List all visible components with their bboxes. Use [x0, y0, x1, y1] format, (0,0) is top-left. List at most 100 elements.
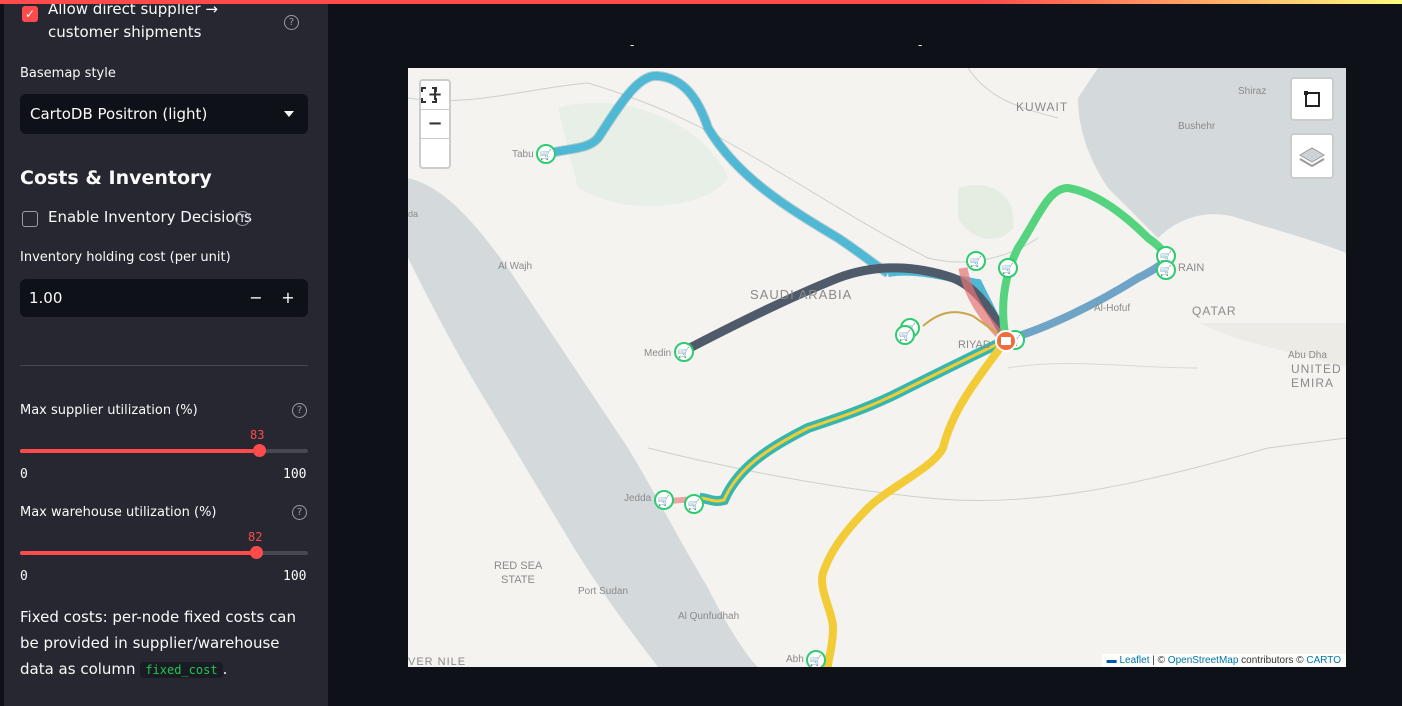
- map-label: da: [408, 209, 418, 219]
- customer-marker[interactable]: 🛒: [684, 494, 704, 514]
- draw-rectangle-icon: [1304, 91, 1320, 107]
- map-label: Abh: [786, 654, 804, 665]
- slider-fill: [20, 551, 257, 555]
- map-label: Al Wajh: [498, 261, 532, 272]
- map[interactable]: KUWAIT Shiraz Bushehr Tabu Al Wajh SAUDI…: [408, 68, 1346, 667]
- carto-link[interactable]: CARTO: [1306, 655, 1341, 666]
- fixed-costs-end: .: [222, 660, 228, 678]
- sidebar: ✓ Allow direct supplier → customer shipm…: [4, 4, 328, 706]
- map-canvas[interactable]: KUWAIT Shiraz Bushehr Tabu Al Wajh SAUDI…: [408, 68, 1346, 667]
- slider-thumb[interactable]: [253, 444, 267, 457]
- svg-text:🛒: 🛒: [899, 329, 911, 342]
- customer-marker[interactable]: 🛒: [1156, 260, 1176, 280]
- inventory-checkbox[interactable]: [22, 211, 38, 227]
- osm-link[interactable]: OpenStreetMap: [1168, 655, 1239, 666]
- slider-max-label: 100: [283, 467, 307, 482]
- map-label: RAIN: [1178, 262, 1204, 274]
- attribution-sep: | ©: [1149, 655, 1168, 666]
- layers-button[interactable]: [1290, 133, 1334, 179]
- svg-text:🛒: 🛒: [1160, 264, 1172, 277]
- svg-text:🛒: 🛒: [678, 346, 690, 359]
- map-label: RIYAD: [958, 339, 991, 351]
- basemap-value: CartoDB Positron (light): [30, 105, 208, 123]
- chevron-down-icon: [284, 111, 294, 117]
- green-area: [958, 184, 1014, 239]
- supplier-util-value: 83: [250, 428, 265, 442]
- attribution-contrib: contributors ©: [1238, 655, 1307, 666]
- supplier-util-slider[interactable]: [20, 444, 308, 457]
- map-label: EMIRA: [1291, 376, 1334, 390]
- allow-direct-checkbox[interactable]: ✓: [22, 6, 38, 22]
- warehouse-marker[interactable]: [995, 330, 1017, 352]
- map-label: Tabu: [512, 149, 534, 160]
- map-label: Medin: [644, 348, 671, 359]
- map-label: Bushehr: [1178, 121, 1216, 132]
- map-label: Al Qunfudhah: [678, 611, 739, 622]
- fixed-cost-code: fixed_cost: [140, 662, 223, 678]
- map-label: UNITED: [1291, 362, 1342, 376]
- holding-cost-input[interactable]: 1.00 − +: [20, 279, 308, 317]
- decrement-button[interactable]: −: [244, 285, 268, 311]
- separator-dash: -: [630, 38, 635, 52]
- holding-cost-label: Inventory holding cost (per unit): [20, 250, 231, 265]
- customer-marker[interactable]: 🛒: [806, 650, 826, 667]
- customer-marker[interactable]: 🛒: [654, 490, 674, 510]
- svg-text:🛒: 🛒: [688, 498, 700, 511]
- map-label: RED SEA: [494, 560, 543, 572]
- supplier-util-label: Max supplier utilization (%): [20, 403, 198, 418]
- help-icon[interactable]: ?: [284, 15, 299, 30]
- map-label: KUWAIT: [1016, 100, 1068, 114]
- holding-cost-value[interactable]: 1.00: [29, 289, 62, 307]
- route-line: [699, 335, 1009, 506]
- increment-button[interactable]: +: [276, 285, 300, 311]
- map-label: Abu Dha: [1288, 350, 1327, 361]
- basemap-label: Basemap style: [20, 66, 116, 81]
- svg-text:🛒: 🛒: [810, 654, 822, 667]
- layers-icon: [1299, 147, 1325, 168]
- fixed-costs-note: Fixed costs: per-node fixed costs can be…: [20, 604, 310, 683]
- warehouse-util-label: Max warehouse utilization (%): [20, 505, 217, 520]
- customer-marker[interactable]: 🛒: [895, 325, 915, 345]
- help-icon[interactable]: ?: [292, 403, 307, 418]
- leaflet-link[interactable]: Leaflet: [1119, 655, 1149, 666]
- slider-max-label: 100: [283, 569, 307, 584]
- fullscreen-icon[interactable]: [421, 87, 449, 167]
- basemap-select[interactable]: CartoDB Positron (light): [20, 94, 308, 134]
- svg-text:🛒: 🛒: [1002, 262, 1014, 275]
- zoom-out-button[interactable]: −: [421, 110, 449, 139]
- border-line: [1007, 363, 1199, 369]
- help-icon[interactable]: ?: [235, 211, 250, 226]
- slider-min-label: 0: [20, 467, 28, 482]
- map-label: Port Sudan: [578, 586, 628, 597]
- route-line: [1004, 254, 1172, 344]
- separator-dash: -: [918, 38, 923, 52]
- warehouse-util-value: 82: [248, 530, 263, 544]
- inventory-label: Enable Inventory Decisions: [48, 208, 252, 226]
- border-line: [647, 437, 1346, 502]
- map-label: Jedda: [624, 493, 652, 504]
- slider-fill: [20, 449, 260, 453]
- slider-min-label: 0: [20, 569, 28, 584]
- map-label: STATE: [501, 574, 535, 586]
- customer-marker[interactable]: 🛒: [998, 258, 1018, 278]
- svg-text:🛒: 🛒: [658, 494, 670, 507]
- warehouse-util-slider[interactable]: [20, 546, 308, 559]
- draw-rectangle-button[interactable]: [1290, 77, 1334, 121]
- customer-marker[interactable]: 🛒: [966, 251, 986, 271]
- svg-text:🛒: 🛒: [540, 148, 552, 161]
- map-label: VER NILE: [408, 656, 466, 667]
- help-icon[interactable]: ?: [292, 505, 307, 520]
- map-label: SAUDI ARABIA: [750, 287, 852, 302]
- customer-marker[interactable]: 🛒: [536, 144, 556, 164]
- allow-direct-label: Allow direct supplier → customer shipmen…: [48, 4, 218, 41]
- svg-text:🛒: 🛒: [970, 255, 982, 268]
- zoom-control: + −: [419, 79, 451, 169]
- customer-marker[interactable]: 🛒: [674, 342, 694, 362]
- slider-thumb[interactable]: [250, 546, 264, 559]
- map-attribution: ▬ Leaflet | © OpenStreetMap contributors…: [1101, 654, 1346, 667]
- map-label: Shiraz: [1238, 86, 1266, 97]
- divider: [20, 365, 308, 366]
- map-label: Al-Hofuf: [1094, 303, 1130, 314]
- map-label: QATAR: [1192, 304, 1237, 318]
- section-title: Costs & Inventory: [20, 167, 212, 189]
